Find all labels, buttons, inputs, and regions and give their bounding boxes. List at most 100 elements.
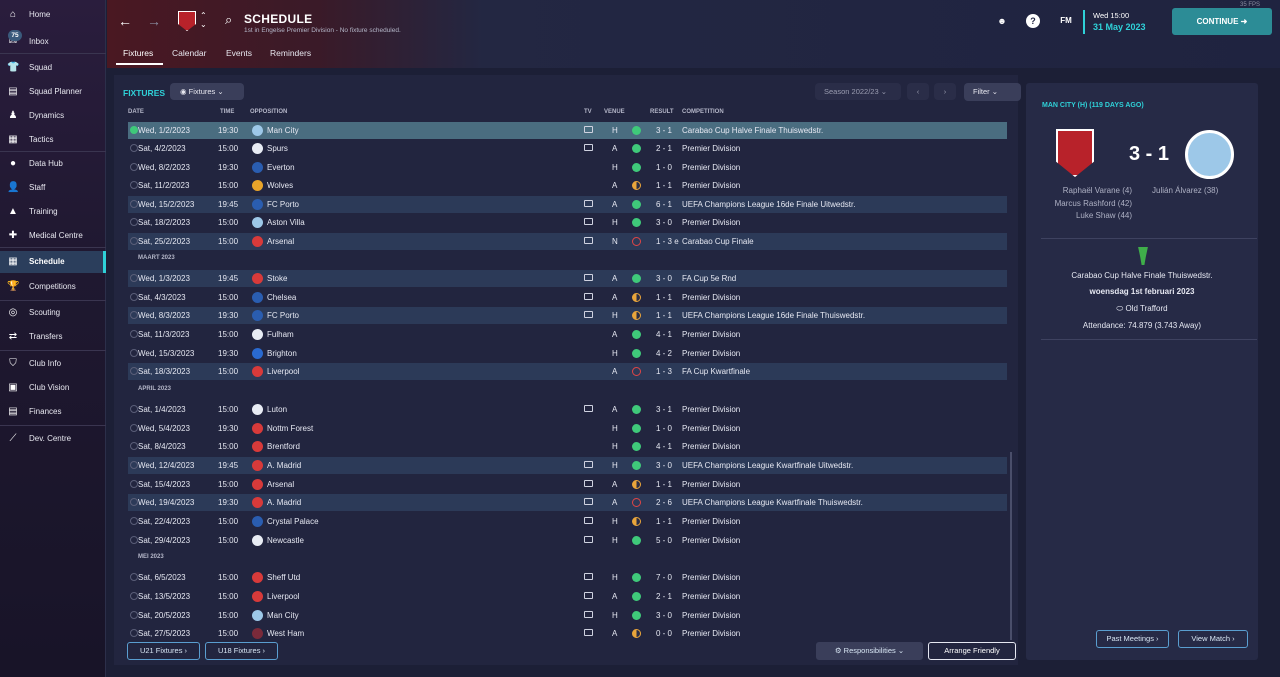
sidebar-item-competitions[interactable]: 🏆 Competitions <box>0 276 106 298</box>
table-row[interactable]: Wed, 8/2/2023 19:30 Everton H 1 - 0 Premier D… <box>128 159 1007 176</box>
col-header-tv[interactable]: TV <box>584 109 592 115</box>
fixture-score[interactable]: 1 - 1 <box>656 181 672 190</box>
sidebar-item-club-info[interactable]: ⛉ Club Info <box>0 353 106 375</box>
fixture-competition[interactable]: Premier Division <box>682 536 740 545</box>
sidebar-item-data-hub[interactable]: ● Data Hub <box>0 153 106 175</box>
sidebar-item-dev-centre[interactable]: ⟋ Dev. Centre <box>0 428 106 450</box>
sidebar-item-scouting[interactable]: ◎ Scouting <box>0 302 106 324</box>
fixture-competition[interactable]: Premier Division <box>682 573 740 582</box>
fixture-score[interactable]: 4 - 2 <box>656 349 672 358</box>
fixture-opponent[interactable]: FC Porto <box>267 311 299 320</box>
col-header-venue[interactable]: VENUE <box>604 109 625 115</box>
fixture-score[interactable]: 1 - 3 <box>656 367 672 376</box>
fixture-opponent[interactable]: Arsenal <box>267 237 294 246</box>
fixture-score[interactable]: 1 - 1 <box>656 293 672 302</box>
fixture-opponent[interactable]: A. Madrid <box>267 498 301 507</box>
match-summary-title[interactable]: MAN CITY (H) (119 DAYS AGO) <box>1042 102 1144 109</box>
home-scorer[interactable]: Marcus Rashford (42) <box>1026 199 1132 208</box>
sidebar-item-finances[interactable]: ▤ Finances <box>0 401 106 423</box>
fixtures-view-select[interactable]: ◉ Fixtures ⌄ <box>170 83 244 100</box>
fixture-score[interactable]: 2 - 1 <box>656 144 672 153</box>
tab-fixtures[interactable]: Fixtures <box>123 48 153 58</box>
fixture-competition[interactable]: Premier Division <box>682 144 740 153</box>
season-next-button[interactable]: › <box>934 83 956 100</box>
fixture-score[interactable]: 4 - 1 <box>656 330 672 339</box>
table-row[interactable]: Sat, 29/4/2023 15:00 Newcastle H 5 - 0 Premie… <box>128 532 1007 549</box>
tab-events[interactable]: Events <box>226 48 252 58</box>
fixture-competition[interactable]: Premier Division <box>682 611 740 620</box>
fixture-competition[interactable]: Premier Division <box>682 330 740 339</box>
u18-fixtures-button[interactable]: U18 Fixtures › <box>205 642 278 660</box>
fixture-opponent[interactable]: West Ham <box>267 629 304 638</box>
fixture-score[interactable]: 1 - 1 <box>656 311 672 320</box>
fixture-score[interactable]: 7 - 0 <box>656 573 672 582</box>
fixture-competition[interactable]: Premier Division <box>682 629 740 638</box>
fixture-score[interactable]: 3 - 1 <box>656 405 672 414</box>
fixture-opponent[interactable]: Crystal Palace <box>267 517 319 526</box>
fixture-opponent[interactable]: Fulham <box>267 330 294 339</box>
sidebar-item-transfers[interactable]: ⇄ Transfers <box>0 326 106 348</box>
col-header-result[interactable]: RESULT <box>650 109 674 115</box>
fixture-competition[interactable]: UEFA Champions League 16de Finale Thuisw… <box>682 311 865 320</box>
sidebar-item-squad-planner[interactable]: ▤ Squad Planner <box>0 81 106 103</box>
responsibilities-button[interactable]: ⚙ Responsibilities ⌄ <box>816 642 923 660</box>
fixture-competition[interactable]: Premier Division <box>682 517 740 526</box>
fixture-competition[interactable]: Premier Division <box>682 349 740 358</box>
fixture-score[interactable]: 2 - 6 <box>656 498 672 507</box>
table-row[interactable]: Wed, 8/3/2023 19:30 FC Porto H 1 - 1 UEFA Cha… <box>128 307 1007 324</box>
table-row[interactable]: Wed, 1/3/2023 19:45 Stoke A 3 - 0 FA Cup 5e R… <box>128 270 1007 287</box>
table-scrollbar[interactable] <box>1010 452 1012 640</box>
fixture-score[interactable]: 3 - 0 <box>656 611 672 620</box>
past-meetings-button[interactable]: Past Meetings › <box>1096 630 1169 648</box>
table-row[interactable]: Sat, 11/2/2023 15:00 Wolves A 1 - 1 Premier D… <box>128 177 1007 194</box>
table-row[interactable]: Sat, 25/2/2023 15:00 Arsenal N 1 - 3 e Caraba… <box>128 233 1007 250</box>
fixture-competition[interactable]: FA Cup Kwartfinale <box>682 367 750 376</box>
fixture-competition[interactable]: Carabao Cup Halve Finale Thuiswedstr. <box>682 126 823 135</box>
fixture-opponent[interactable]: Liverpool <box>267 367 299 376</box>
col-header-date[interactable]: DATE <box>128 109 144 115</box>
table-row[interactable]: Wed, 5/4/2023 19:30 Nottm Forest H 1 - 0 Prem… <box>128 420 1007 437</box>
fixture-opponent[interactable]: Spurs <box>267 144 288 153</box>
fixture-score[interactable]: 3 - 0 <box>656 218 672 227</box>
fixture-opponent[interactable]: Everton <box>267 163 295 172</box>
search-icon[interactable]: ⌕ <box>225 12 232 28</box>
sidebar-item-dynamics[interactable]: ♟ Dynamics <box>0 105 106 127</box>
fixture-opponent[interactable]: Luton <box>267 405 287 414</box>
sidebar-item-staff[interactable]: 👤 Staff <box>0 177 106 199</box>
sidebar-item-training[interactable]: ▲ Training <box>0 201 106 223</box>
fixture-opponent[interactable]: Man City <box>267 126 299 135</box>
club-switch-chevrons-icon[interactable]: ⌃ ⌄ <box>200 11 207 29</box>
social-feed-icon[interactable]: ☻ <box>995 14 1009 28</box>
fixture-opponent[interactable]: Brentford <box>267 442 300 451</box>
fixture-competition[interactable]: UEFA Champions League 16de Finale Uitwed… <box>682 200 855 209</box>
away-scorer[interactable]: Julián Álvarez (38) <box>1152 186 1218 195</box>
forward-arrow-icon[interactable]: → <box>147 13 161 29</box>
fixture-competition[interactable]: Carabao Cup Finale <box>682 237 754 246</box>
season-select[interactable]: Season 2022/23 ⌄ <box>815 83 901 100</box>
home-scorer[interactable]: Luke Shaw (44) <box>1026 211 1132 220</box>
fixture-opponent[interactable]: Sheff Utd <box>267 573 300 582</box>
col-header-time[interactable]: TIME <box>220 109 234 115</box>
fixture-score[interactable]: 6 - 1 <box>656 200 672 209</box>
fixture-score[interactable]: 1 - 0 <box>656 424 672 433</box>
sidebar-item-club-vision[interactable]: ▣ Club Vision <box>0 377 106 399</box>
fixture-score[interactable]: 1 - 1 <box>656 517 672 526</box>
fixture-score[interactable]: 1 - 0 <box>656 163 672 172</box>
col-header-competition[interactable]: COMPETITION <box>682 109 724 115</box>
table-row[interactable]: Sat, 11/3/2023 15:00 Fulham A 4 - 1 Premier D… <box>128 326 1007 343</box>
sidebar-item-medical-centre[interactable]: ✚ Medical Centre <box>0 225 106 247</box>
table-row[interactable]: Sat, 4/2/2023 15:00 Spurs A 2 - 1 Premier Div… <box>128 140 1007 157</box>
fixture-competition[interactable]: Premier Division <box>682 592 740 601</box>
fixture-opponent[interactable]: Aston Villa <box>267 218 305 227</box>
u21-fixtures-button[interactable]: U21 Fixtures › <box>127 642 200 660</box>
sidebar-item-schedule[interactable]: ▦ Schedule <box>0 251 106 273</box>
table-row[interactable]: Sat, 13/5/2023 15:00 Liverpool A 2 - 1 Premie… <box>128 588 1007 605</box>
fixture-competition[interactable]: UEFA Champions League Kwartfinale Thuisw… <box>682 498 863 507</box>
fm-menu-button[interactable]: FM <box>1057 14 1075 28</box>
table-row[interactable]: Wed, 12/4/2023 19:45 A. Madrid H 3 - 0 UEFA C… <box>128 457 1007 474</box>
view-match-button[interactable]: View Match › <box>1178 630 1248 648</box>
fixture-opponent[interactable]: Arsenal <box>267 480 294 489</box>
table-row[interactable]: Sat, 15/4/2023 15:00 Arsenal A 1 - 1 Premier … <box>128 476 1007 493</box>
sidebar-item-squad[interactable]: 👕 Squad <box>0 57 106 79</box>
table-row[interactable]: Sat, 18/2/2023 15:00 Aston Villa H 3 - 0 Prem… <box>128 214 1007 231</box>
